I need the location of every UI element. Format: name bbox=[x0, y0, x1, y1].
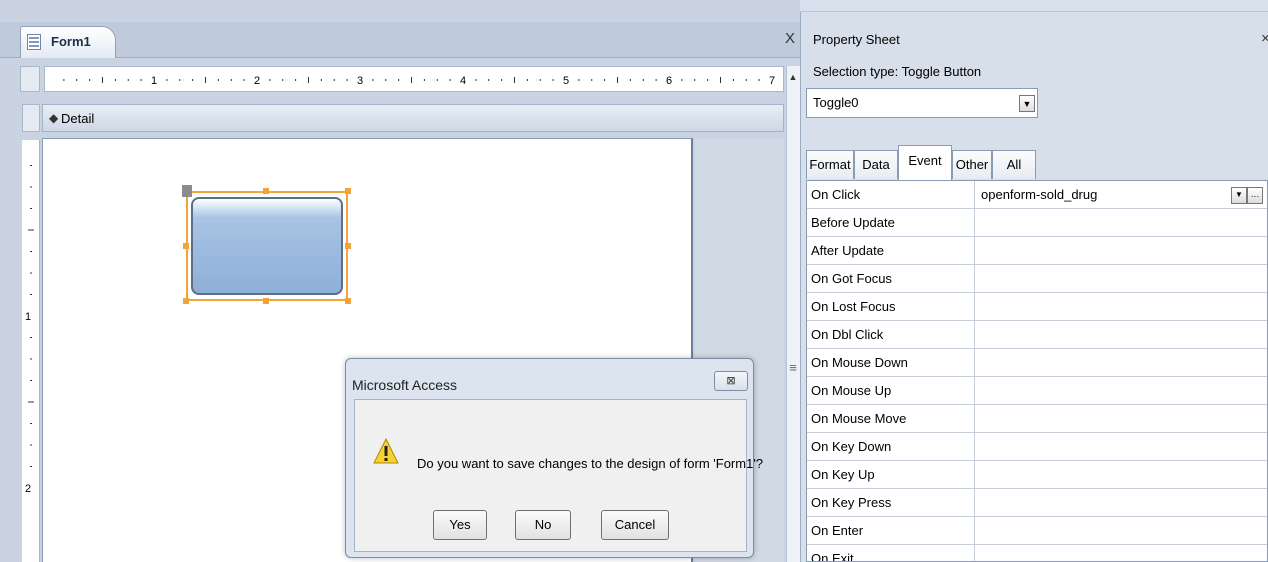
property-name: On Lost Focus bbox=[807, 293, 975, 320]
property-name: On Key Up bbox=[807, 461, 975, 488]
object-selector-value: Toggle0 bbox=[813, 95, 859, 110]
detail-section-bar[interactable]: ◆ Detail bbox=[42, 104, 784, 132]
move-handle[interactable] bbox=[182, 185, 192, 197]
no-button[interactable]: No bbox=[515, 510, 571, 540]
property-value[interactable]: openform-sold_drug bbox=[975, 181, 1267, 208]
splitter-grip-icon[interactable]: ≡ bbox=[786, 360, 800, 400]
property-row[interactable]: Before Update bbox=[807, 209, 1267, 237]
dropdown-arrow-icon[interactable]: ▼ bbox=[1019, 95, 1035, 112]
property-name: On Exit bbox=[807, 545, 975, 561]
tab-format[interactable]: Format bbox=[806, 150, 854, 179]
close-document-button[interactable]: X bbox=[782, 30, 798, 48]
tab-all[interactable]: All bbox=[992, 150, 1036, 179]
property-value[interactable] bbox=[975, 321, 1267, 348]
property-value[interactable] bbox=[975, 293, 1267, 320]
property-row[interactable]: On Got Focus bbox=[807, 265, 1267, 293]
ruler-number: 7 bbox=[769, 75, 775, 87]
resize-handle[interactable] bbox=[263, 188, 269, 194]
save-changes-dialog: Microsoft Access ⊠ Do you want to save c… bbox=[345, 358, 763, 558]
property-name: On Enter bbox=[807, 517, 975, 544]
property-row[interactable]: On Exit bbox=[807, 545, 1267, 561]
tab-data[interactable]: Data bbox=[854, 150, 898, 179]
property-sheet-title: Property Sheet bbox=[813, 32, 900, 47]
property-row-on-click[interactable]: On Click openform-sold_drug ▼ … bbox=[807, 181, 1267, 209]
property-name: On Got Focus bbox=[807, 265, 975, 292]
property-name: Before Update bbox=[807, 209, 975, 236]
selection-type-label: Selection type: Toggle Button bbox=[813, 64, 982, 79]
warning-icon bbox=[373, 438, 399, 464]
property-name: On Mouse Move bbox=[807, 405, 975, 432]
yes-button[interactable]: Yes bbox=[433, 510, 487, 540]
property-value[interactable] bbox=[975, 405, 1267, 432]
resize-handle[interactable] bbox=[183, 243, 189, 249]
ruler-number: 6 bbox=[666, 75, 672, 87]
property-grid: On Click openform-sold_drug ▼ … Before U… bbox=[806, 180, 1268, 562]
resize-handle[interactable] bbox=[263, 298, 269, 304]
property-row[interactable]: On Key Up bbox=[807, 461, 1267, 489]
tab-form1[interactable]: Form1 bbox=[20, 26, 116, 58]
property-value[interactable] bbox=[975, 349, 1267, 376]
ruler-number: 5 bbox=[563, 75, 569, 87]
section-marker-icon: ◆ bbox=[49, 111, 59, 125]
section-selector[interactable] bbox=[22, 104, 40, 132]
property-row[interactable]: On Mouse Up bbox=[807, 377, 1267, 405]
property-name: On Key Press bbox=[807, 489, 975, 516]
property-value[interactable] bbox=[975, 545, 1267, 561]
resize-handle[interactable] bbox=[183, 298, 189, 304]
ruler-number: 4 bbox=[460, 75, 466, 87]
dropdown-arrow-icon[interactable]: ▼ bbox=[1231, 187, 1247, 204]
cancel-button[interactable]: Cancel bbox=[601, 510, 669, 540]
property-name: On Mouse Down bbox=[807, 349, 975, 376]
property-value[interactable] bbox=[975, 517, 1267, 544]
ruler-corner[interactable] bbox=[20, 66, 40, 92]
property-value[interactable] bbox=[975, 377, 1267, 404]
property-sheet-close-button[interactable]: × bbox=[1261, 30, 1268, 47]
property-value[interactable] bbox=[975, 237, 1267, 264]
property-value[interactable] bbox=[975, 461, 1267, 488]
property-name: On Mouse Up bbox=[807, 377, 975, 404]
ruler-number: 1 bbox=[25, 311, 31, 323]
ruler-number: 2 bbox=[254, 75, 260, 87]
property-row[interactable]: After Update bbox=[807, 237, 1267, 265]
document-tab-bar bbox=[0, 22, 800, 58]
vertical-scrollbar[interactable] bbox=[786, 66, 800, 562]
ruler-number: 2 bbox=[25, 483, 31, 495]
vertical-ruler: 12 bbox=[22, 140, 40, 562]
ruler-number: 3 bbox=[357, 75, 363, 87]
property-name: On Key Down bbox=[807, 433, 975, 460]
resize-handle[interactable] bbox=[345, 243, 351, 249]
tab-event[interactable]: Event bbox=[898, 145, 952, 180]
property-row[interactable]: On Lost Focus bbox=[807, 293, 1267, 321]
property-name: On Dbl Click bbox=[807, 321, 975, 348]
form-icon bbox=[27, 34, 41, 50]
resize-handle[interactable] bbox=[345, 298, 351, 304]
property-value[interactable] bbox=[975, 489, 1267, 516]
property-row[interactable]: On Mouse Move bbox=[807, 405, 1267, 433]
builder-ellipsis-icon[interactable]: … bbox=[1247, 187, 1263, 204]
property-row[interactable]: On Key Down bbox=[807, 433, 1267, 461]
ruler-number: 1 bbox=[151, 75, 157, 87]
property-name: On Click bbox=[807, 181, 975, 208]
horizontal-ruler: 1 2 3 4 5 6 7 bbox=[44, 66, 784, 92]
toggle-button-control[interactable] bbox=[186, 191, 348, 301]
property-value[interactable] bbox=[975, 209, 1267, 236]
dialog-title: Microsoft Access bbox=[352, 377, 458, 393]
property-row[interactable]: On Mouse Down bbox=[807, 349, 1267, 377]
tab-other[interactable]: Other bbox=[952, 150, 992, 179]
section-label: Detail bbox=[61, 111, 95, 126]
object-selector[interactable]: Toggle0 ▼ bbox=[806, 88, 1038, 118]
scroll-up-arrow-icon[interactable]: ▲ bbox=[786, 70, 800, 84]
property-value[interactable] bbox=[975, 265, 1267, 292]
toggle-button-face bbox=[191, 197, 343, 295]
property-row[interactable]: On Dbl Click bbox=[807, 321, 1267, 349]
dialog-body: Do you want to save changes to the desig… bbox=[354, 399, 763, 552]
dialog-close-button[interactable]: ⊠ bbox=[714, 371, 748, 391]
property-row[interactable]: On Key Press bbox=[807, 489, 1267, 517]
property-value[interactable] bbox=[975, 433, 1267, 460]
property-row[interactable]: On Enter bbox=[807, 517, 1267, 545]
dialog-message: Do you want to save changes to the desig… bbox=[417, 456, 764, 471]
tab-label: Form1 bbox=[51, 34, 91, 49]
resize-handle[interactable] bbox=[345, 188, 351, 194]
property-name: After Update bbox=[807, 237, 975, 264]
